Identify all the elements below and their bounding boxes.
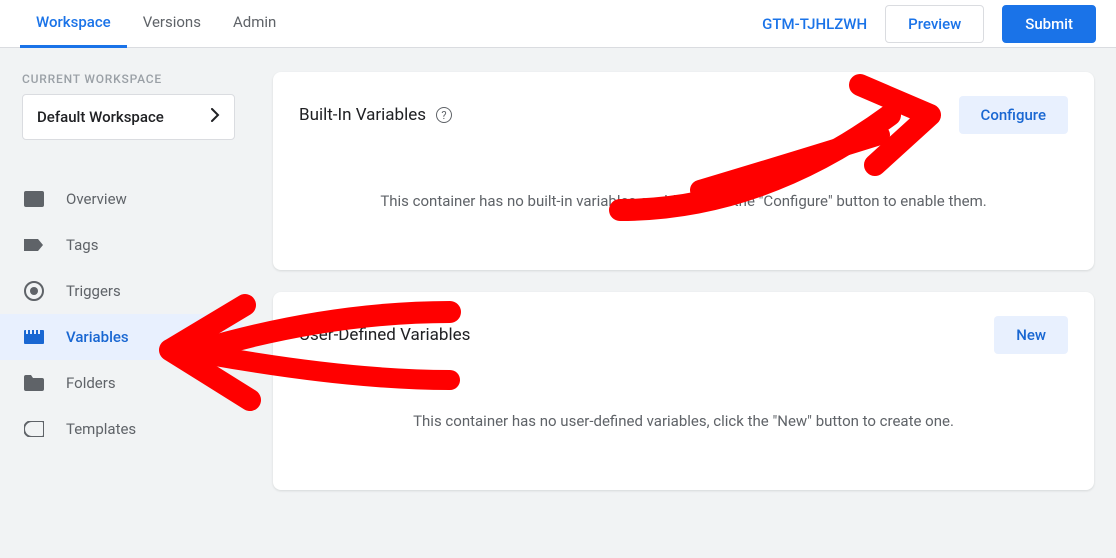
nav-label: Tags <box>66 236 98 254</box>
card-title-text: User-Defined Variables <box>299 325 470 345</box>
built-in-variables-card: Built-In Variables ? Configure This cont… <box>273 72 1094 270</box>
user-defined-empty-text: This container has no user-defined varia… <box>273 362 1094 490</box>
container-id[interactable]: GTM-TJHLZWH <box>762 15 867 33</box>
tab-admin[interactable]: Admin <box>217 0 292 48</box>
submit-button[interactable]: Submit <box>1002 5 1096 43</box>
nav-label: Templates <box>66 420 136 438</box>
dashboard-icon <box>24 189 44 209</box>
folder-icon <box>24 373 44 393</box>
nav-label: Overview <box>66 190 127 208</box>
template-icon <box>24 419 44 439</box>
nav-label: Triggers <box>66 282 121 300</box>
built-in-empty-text: This container has no built-in variables… <box>273 142 1094 270</box>
help-icon[interactable]: ? <box>436 107 452 123</box>
preview-button[interactable]: Preview <box>885 5 984 43</box>
sidebar-item-templates[interactable]: Templates <box>0 406 246 452</box>
tab-versions[interactable]: Versions <box>127 0 217 48</box>
sidebar-item-triggers[interactable]: Triggers <box>0 268 246 314</box>
sidebar-item-folders[interactable]: Folders <box>0 360 246 406</box>
sidebar-item-tags[interactable]: Tags <box>0 222 246 268</box>
sidebar-item-variables[interactable]: Variables <box>0 314 246 360</box>
card-title-text: Built-In Variables <box>299 105 426 125</box>
current-workspace-label: CURRENT WORKSPACE <box>22 72 235 86</box>
chevron-right-icon <box>210 108 220 126</box>
nav-label: Folders <box>66 374 116 392</box>
workspace-selector[interactable]: Default Workspace <box>22 94 235 140</box>
configure-button[interactable]: Configure <box>959 96 1068 134</box>
variables-icon <box>24 327 44 347</box>
tab-workspace[interactable]: Workspace <box>20 0 127 48</box>
user-defined-variables-card: User-Defined Variables New This containe… <box>273 292 1094 490</box>
sidebar-item-overview[interactable]: Overview <box>0 176 246 222</box>
nav-label: Variables <box>66 328 129 346</box>
new-button[interactable]: New <box>994 316 1068 354</box>
tag-icon <box>24 235 44 255</box>
workspace-name: Default Workspace <box>37 108 164 126</box>
trigger-icon <box>24 281 44 301</box>
